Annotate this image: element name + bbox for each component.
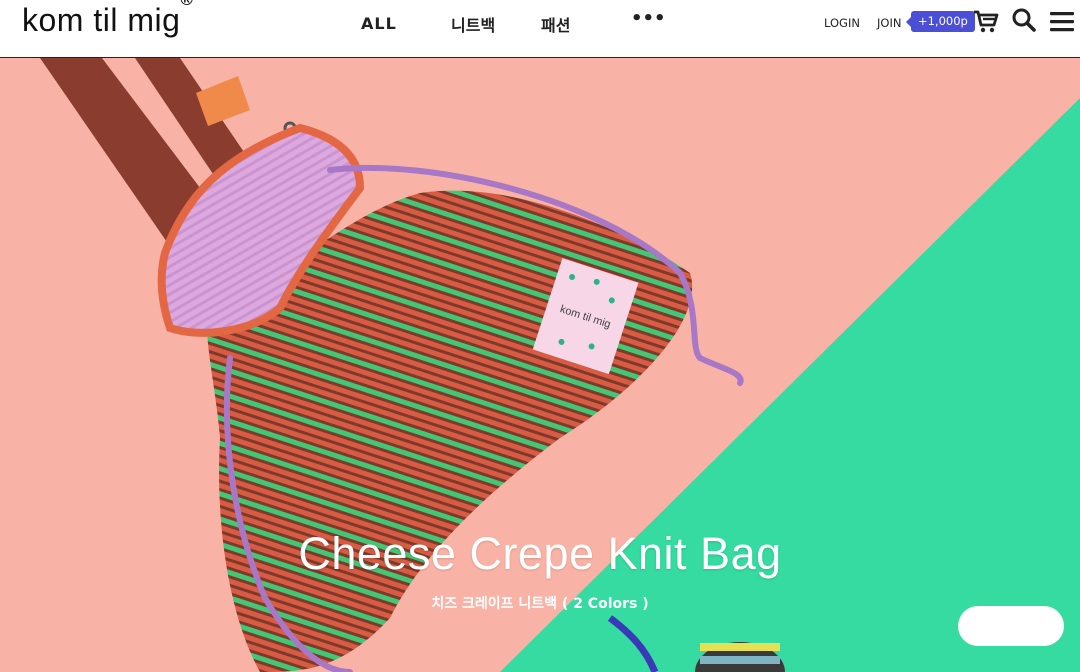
search-icon[interactable] (1011, 7, 1037, 33)
join-points-badge: +1,000p (906, 11, 975, 32)
menu-icon[interactable] (1049, 9, 1075, 35)
site-header: kom til mig® ALL 니트백 패션 ••• LOGIN JOIN +… (0, 0, 1080, 58)
hero-title: Cheese Crepe Knit Bag (298, 528, 782, 579)
header-utilities: LOGIN JOIN +1,000p (0, 0, 1080, 58)
hero-subtitle: 치즈 크레이프 니트백 ( 2 Colors ) (431, 596, 649, 612)
join-link[interactable]: JOIN (877, 16, 901, 30)
hero-banner[interactable]: kom til mig Cheese Crepe Knit Bag 치즈 크레이… (0, 58, 1080, 672)
floating-button[interactable] (958, 606, 1064, 646)
login-link[interactable]: LOGIN (824, 16, 860, 30)
cart-icon[interactable] (973, 8, 999, 34)
